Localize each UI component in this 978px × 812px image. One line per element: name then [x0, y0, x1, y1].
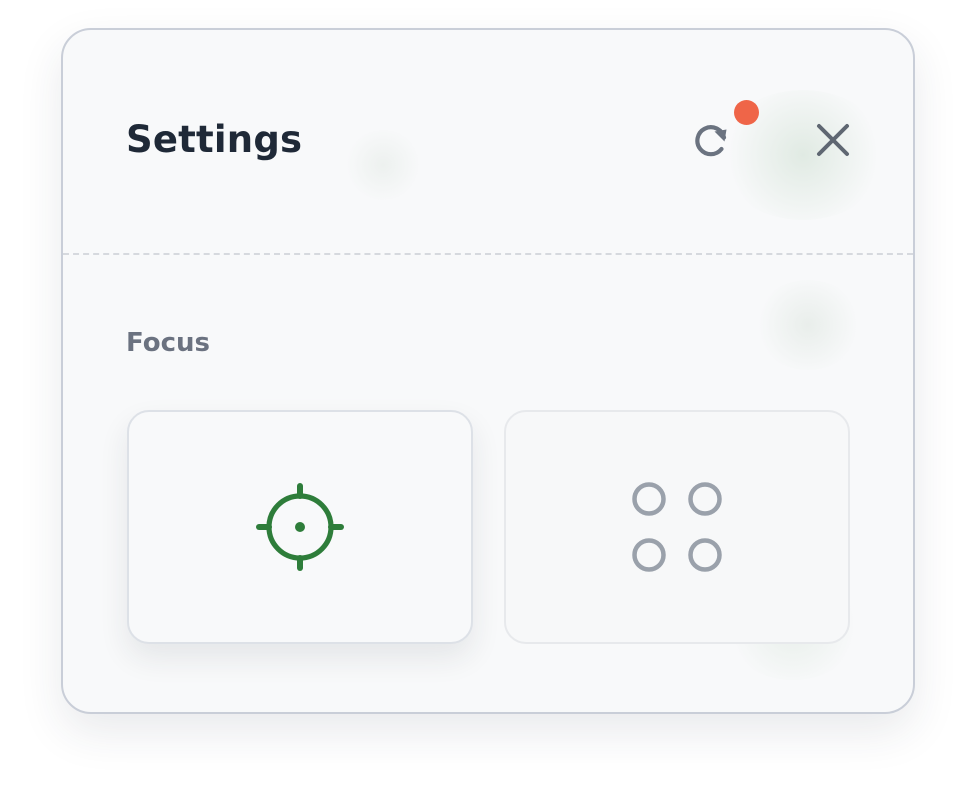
reset-icon	[695, 125, 727, 157]
focus-section-label: Focus	[126, 328, 210, 358]
close-button[interactable]	[803, 110, 863, 170]
notification-dot	[734, 100, 759, 125]
settings-dialog: Settings Focus	[61, 28, 915, 714]
reset-button[interactable]	[683, 110, 743, 170]
crosshair-icon	[256, 483, 344, 571]
close-icon	[817, 124, 849, 156]
header-divider	[63, 253, 913, 255]
four-circles-grid-icon	[632, 482, 722, 572]
focus-option-card[interactable]	[127, 410, 473, 644]
grid-option-card[interactable]	[504, 410, 850, 644]
dialog-title: Settings	[126, 118, 303, 161]
dialog-header: Settings	[63, 30, 913, 254]
background-glow	[753, 280, 863, 370]
